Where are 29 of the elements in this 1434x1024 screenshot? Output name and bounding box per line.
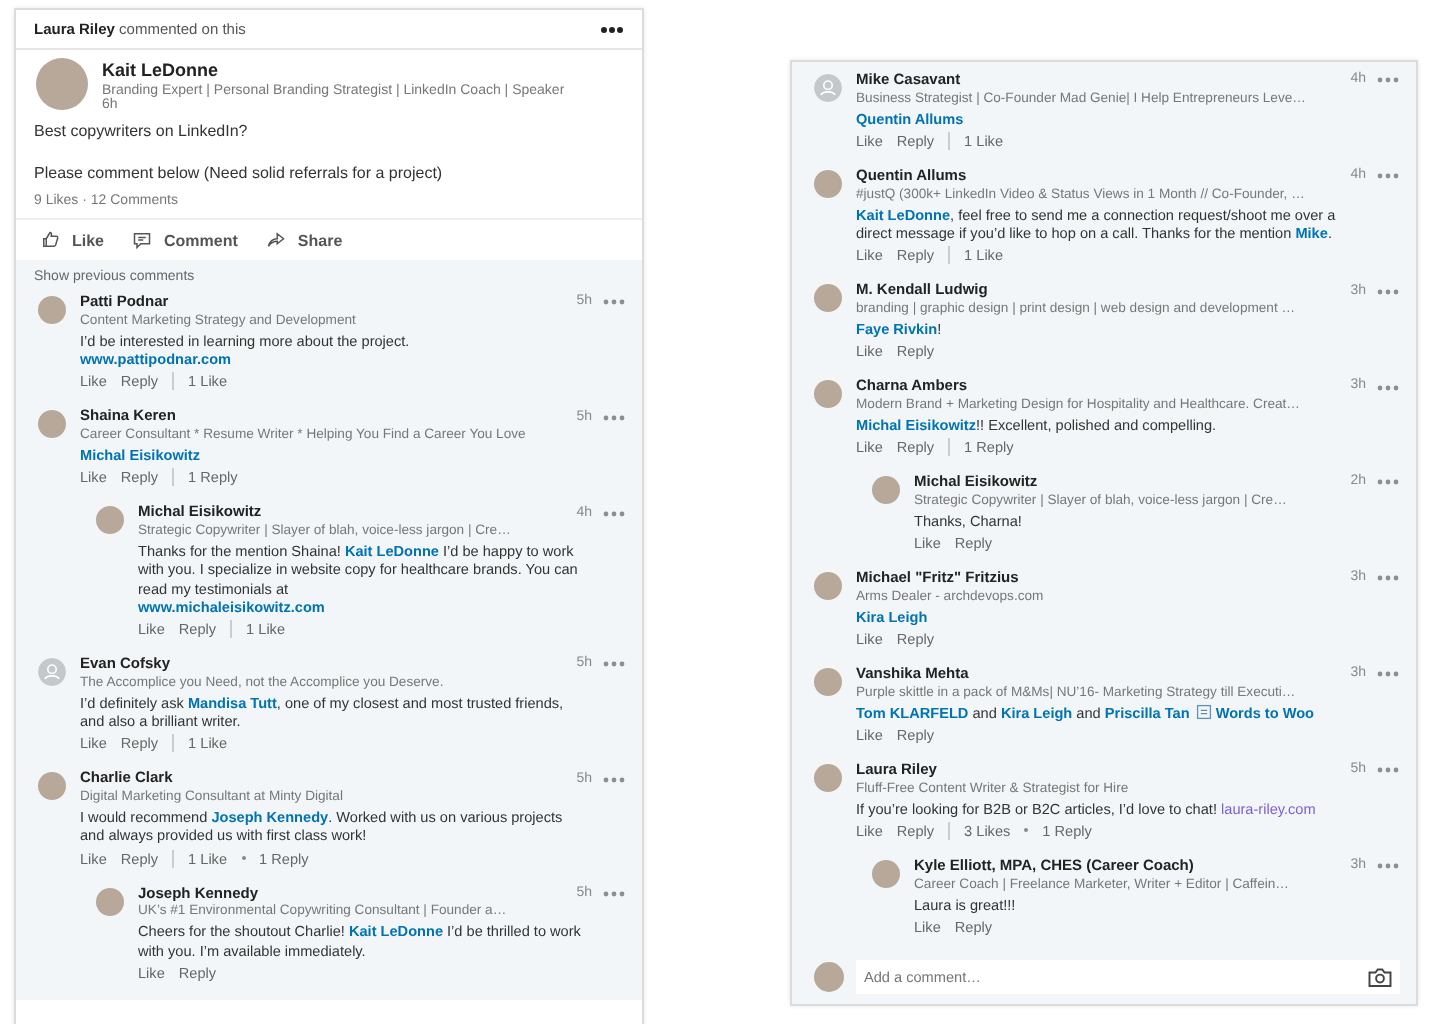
- avatar-photo-placeholder: [872, 859, 900, 888]
- avatar-photo-placeholder: [814, 169, 842, 198]
- avatar-photo-placeholder: [36, 58, 88, 110]
- avatar-photo-placeholder: [814, 380, 842, 409]
- more-icon[interactable]: [600, 23, 624, 35]
- avatar-photo-placeholder: [814, 961, 844, 992]
- comment-button[interactable]: Comment: [132, 230, 238, 250]
- like-button[interactable]: Like: [40, 230, 105, 250]
- thumbs-up-icon: [40, 230, 60, 250]
- avatar-photo-placeholder: [96, 887, 124, 916]
- avatar-photo-placeholder: [38, 296, 66, 324]
- arrow-icon: [265, 230, 286, 250]
- avatar-photo-placeholder: [872, 476, 900, 505]
- avatar-photo-placeholder: [38, 410, 66, 439]
- speech-bubble-icon: [132, 230, 153, 250]
- person-icon: [814, 74, 842, 102]
- avatar-photo-placeholder: [814, 284, 842, 313]
- person-icon: [38, 658, 66, 687]
- author-name[interactable]: Kait LeDonne: [102, 60, 565, 80]
- avatar-photo-placeholder: [96, 506, 124, 535]
- avatar-photo-placeholder: [814, 668, 842, 697]
- avatar-photo-placeholder: [814, 764, 842, 792]
- share-button[interactable]: Share: [265, 230, 343, 250]
- post-text: Best copywriters on LinkedIn?: [34, 122, 250, 140]
- company-icon: [1195, 703, 1212, 720]
- avatar-photo-placeholder: [814, 572, 842, 601]
- post-text: Please comment below (Need solid referrals for a project): [34, 164, 445, 182]
- avatar-photo-placeholder: [38, 772, 66, 801]
- camera-icon[interactable]: [1368, 965, 1392, 988]
